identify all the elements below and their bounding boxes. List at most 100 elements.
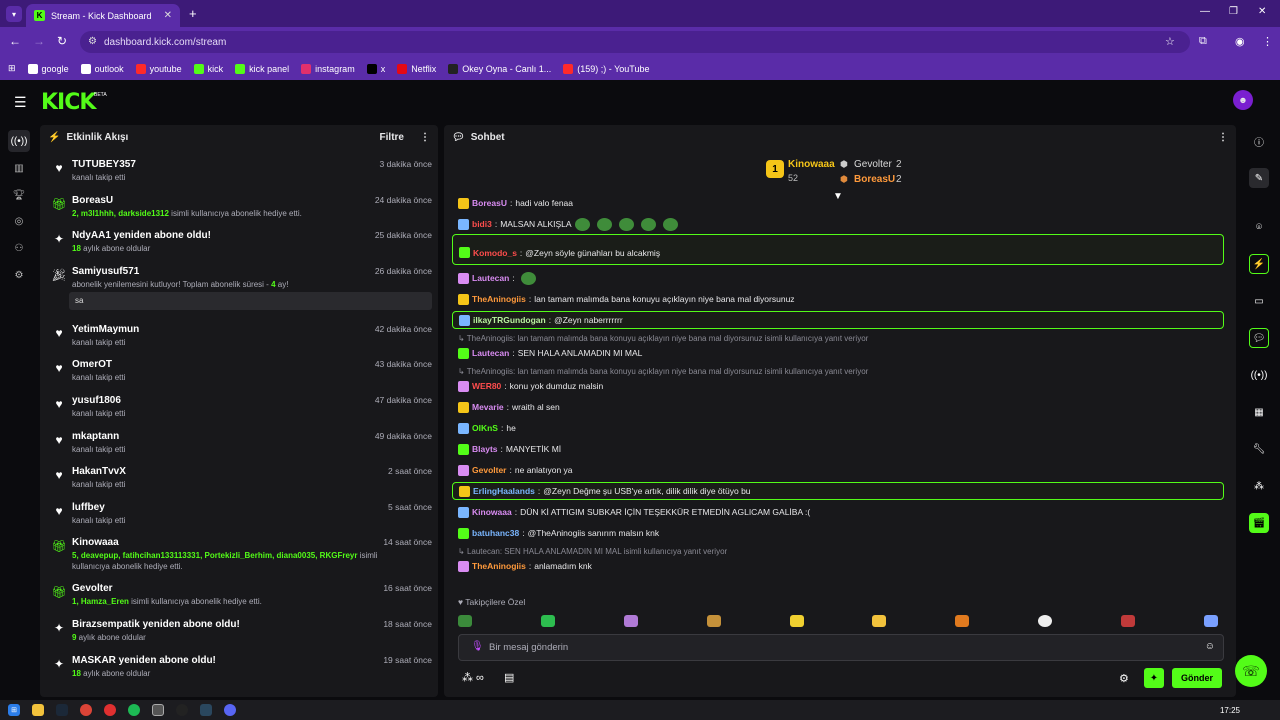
app-icon[interactable] xyxy=(104,704,116,716)
emote-icon[interactable] xyxy=(872,615,887,627)
bookmark-item[interactable]: google xyxy=(27,63,69,74)
broadcast-icon[interactable]: ((•)) xyxy=(1249,365,1269,385)
feed-item-name[interactable]: YetimMaymun xyxy=(72,324,139,335)
analytics-icon[interactable]: ▥ xyxy=(8,157,30,179)
feed-item-name[interactable]: Kinowaaa xyxy=(72,537,119,548)
discord-icon[interactable] xyxy=(224,704,236,716)
chrome-active-icon[interactable] xyxy=(152,704,164,716)
chat-message[interactable]: ErlingHaalands: @Zeyn Değme şu USB'ye ar… xyxy=(452,482,1224,500)
chat-input[interactable]: 🎙︎ Bir mesaj gönderin ☺ xyxy=(458,634,1224,661)
chat-message[interactable]: WER80: konu yok dumduz malsin xyxy=(452,378,1224,394)
chat-tools-icon[interactable]: ⁂ ∞ xyxy=(462,671,484,684)
chat-username[interactable]: OIKnS xyxy=(472,423,498,433)
bookmark-item[interactable]: kick panel xyxy=(235,63,289,74)
support-chat-icon[interactable]: ☏ xyxy=(1235,655,1267,687)
emote-icon[interactable] xyxy=(955,615,970,627)
kick-bot-icon[interactable]: ✦ xyxy=(1144,668,1164,688)
notes-icon[interactable]: ▭ xyxy=(1249,291,1269,311)
spotify-icon[interactable] xyxy=(128,704,140,716)
chat-username[interactable]: WER80 xyxy=(472,381,501,391)
feed-item-name[interactable]: NdyAA1 yeniden abone oldu! xyxy=(72,230,211,241)
chat-username[interactable]: Komodo_s xyxy=(473,248,517,258)
chat-message[interactable]: TheAninogiis: anlamadım knk xyxy=(452,558,1224,574)
chat-message[interactable]: Komodo_s: @Zeyn söyle günahları bu alcak… xyxy=(452,234,1224,265)
emote-icon[interactable] xyxy=(1121,615,1135,627)
chat-message[interactable]: TheAninogiis: lan tamam malımda bana kon… xyxy=(452,291,1224,307)
queue-icon[interactable]: ▦ xyxy=(1249,402,1269,422)
steam-icon[interactable] xyxy=(56,704,68,716)
emote-icon[interactable] xyxy=(1203,615,1218,627)
feed-item-name[interactable]: Birazsempatik yeniden abone oldu! xyxy=(72,619,240,630)
moderation-icon[interactable]: ◎ xyxy=(8,210,30,232)
chat-username[interactable]: Gevolter xyxy=(472,465,507,475)
bookmark-item[interactable]: outlook xyxy=(80,63,124,74)
chat-username[interactable]: bidi3 xyxy=(472,219,492,229)
chat-message[interactable]: OIKnS: he xyxy=(452,420,1224,436)
feed-item-name[interactable]: mkaptann xyxy=(72,431,119,442)
restore-icon[interactable]: ❐ xyxy=(1229,6,1238,17)
integrations-icon[interactable]: ⁂ xyxy=(1249,476,1269,496)
bookmark-item[interactable]: Netflix xyxy=(397,63,436,74)
chat-message[interactable]: batuhanc38: @TheAninogiis sanırım malsın… xyxy=(452,525,1224,541)
site-info-icon[interactable]: ⚙ xyxy=(88,36,97,47)
chat-username[interactable]: batuhanc38 xyxy=(472,528,519,538)
hamburger-menu-icon[interactable]: ☰ xyxy=(14,94,27,111)
chat-username[interactable]: ErlingHaalands xyxy=(473,486,535,496)
apps-icon[interactable]: ⊞ xyxy=(8,63,16,74)
emote-icon[interactable] xyxy=(706,615,721,627)
chat-username[interactable]: ilkayTRGundogan xyxy=(473,315,546,325)
user-avatar[interactable]: ☻ xyxy=(1233,90,1253,110)
leader-second-name[interactable]: Gevolter xyxy=(854,159,892,170)
chat-username[interactable]: TheAninogiis xyxy=(472,561,526,571)
forward-icon[interactable]: → xyxy=(33,34,45,48)
tab-search-icon[interactable]: ▾ xyxy=(6,6,22,22)
chat-message[interactable]: Blayts: MANYETİK Mİ xyxy=(452,441,1224,457)
kick-logo[interactable]: KICK xyxy=(41,90,96,115)
feed-item-name[interactable]: Samiyusuf571 xyxy=(72,266,139,277)
chat-message[interactable]: ilkayTRGundogan: @Zeyn naberrrrrrr xyxy=(452,311,1224,329)
feed-item-name[interactable]: yusuf1806 xyxy=(72,395,121,406)
chat-settings-icon[interactable]: ⚙ xyxy=(1119,672,1129,685)
feed-menu-icon[interactable]: ⋮ xyxy=(420,132,430,143)
emote-icon[interactable] xyxy=(458,615,472,627)
bookmark-item[interactable]: x xyxy=(366,63,385,74)
tools-icon[interactable]: 🔧︎ xyxy=(1249,439,1269,459)
back-icon[interactable]: ← xyxy=(9,34,21,48)
camera-icon[interactable]: ⌾ xyxy=(1249,217,1269,237)
bookmark-item[interactable]: kick xyxy=(193,63,223,74)
stream-icon[interactable]: ((•)) xyxy=(8,130,30,152)
microphone-icon[interactable]: 🎙︎ xyxy=(471,641,484,652)
profile-icon[interactable]: ◉ xyxy=(1235,35,1245,48)
minimize-icon[interactable]: — xyxy=(1200,6,1210,17)
store-icon[interactable]: ▤ xyxy=(504,671,514,684)
emote-icon[interactable] xyxy=(1038,615,1053,627)
chat-username[interactable]: Lautecan xyxy=(472,348,509,358)
emote-icon[interactable] xyxy=(789,615,804,627)
quick-actions-icon[interactable]: ⚡ xyxy=(1249,254,1269,274)
feed-item-name[interactable]: HakanTvvX xyxy=(72,466,126,477)
file-explorer-icon[interactable] xyxy=(32,704,44,716)
steam-active-icon[interactable] xyxy=(200,704,212,716)
bookmark-item[interactable]: Okey Oyna - Canlı 1... xyxy=(448,63,551,74)
new-tab-icon[interactable]: + xyxy=(189,6,197,21)
feed-item-name[interactable]: TUTUBEY357 xyxy=(72,159,136,170)
chat-username[interactable]: Kinowaaa xyxy=(472,507,512,517)
leader-third-name[interactable]: BoreasU xyxy=(854,174,895,185)
chat-message[interactable]: Lautecan: SEN HALA ANLAMADIN MI MAL xyxy=(452,345,1224,361)
chat-message[interactable]: Kinowaaa: DÜN Kİ ATTIGIM SUBKAR İÇİN TEŞ… xyxy=(452,504,1224,520)
chat-username[interactable]: TheAninogiis xyxy=(472,294,526,304)
extensions-icon[interactable]: ⧉ xyxy=(1199,35,1207,48)
send-button[interactable]: Gönder xyxy=(1172,668,1222,688)
edit-icon[interactable]: ✎ xyxy=(1249,168,1269,188)
chrome-icon[interactable] xyxy=(80,704,92,716)
chat-message[interactable]: Gevolter: ne anlatıyon ya xyxy=(452,462,1224,478)
reload-icon[interactable]: ↻ xyxy=(57,34,67,48)
url-field[interactable]: ⚙ dashboard.kick.com/stream xyxy=(80,31,1190,53)
chat-message[interactable]: Mevarie: wraith al sen xyxy=(452,399,1224,415)
chat-username[interactable]: Blayts xyxy=(472,444,498,454)
chat-toggle-icon[interactable]: 💬︎ xyxy=(1249,328,1269,348)
chat-message[interactable]: bidi3: MALSAN ALKIŞLA xyxy=(452,216,1224,232)
app-icon[interactable] xyxy=(176,704,188,716)
trophy-icon[interactable]: 🏆︎ xyxy=(8,184,30,206)
close-window-icon[interactable]: ✕ xyxy=(1258,6,1266,17)
